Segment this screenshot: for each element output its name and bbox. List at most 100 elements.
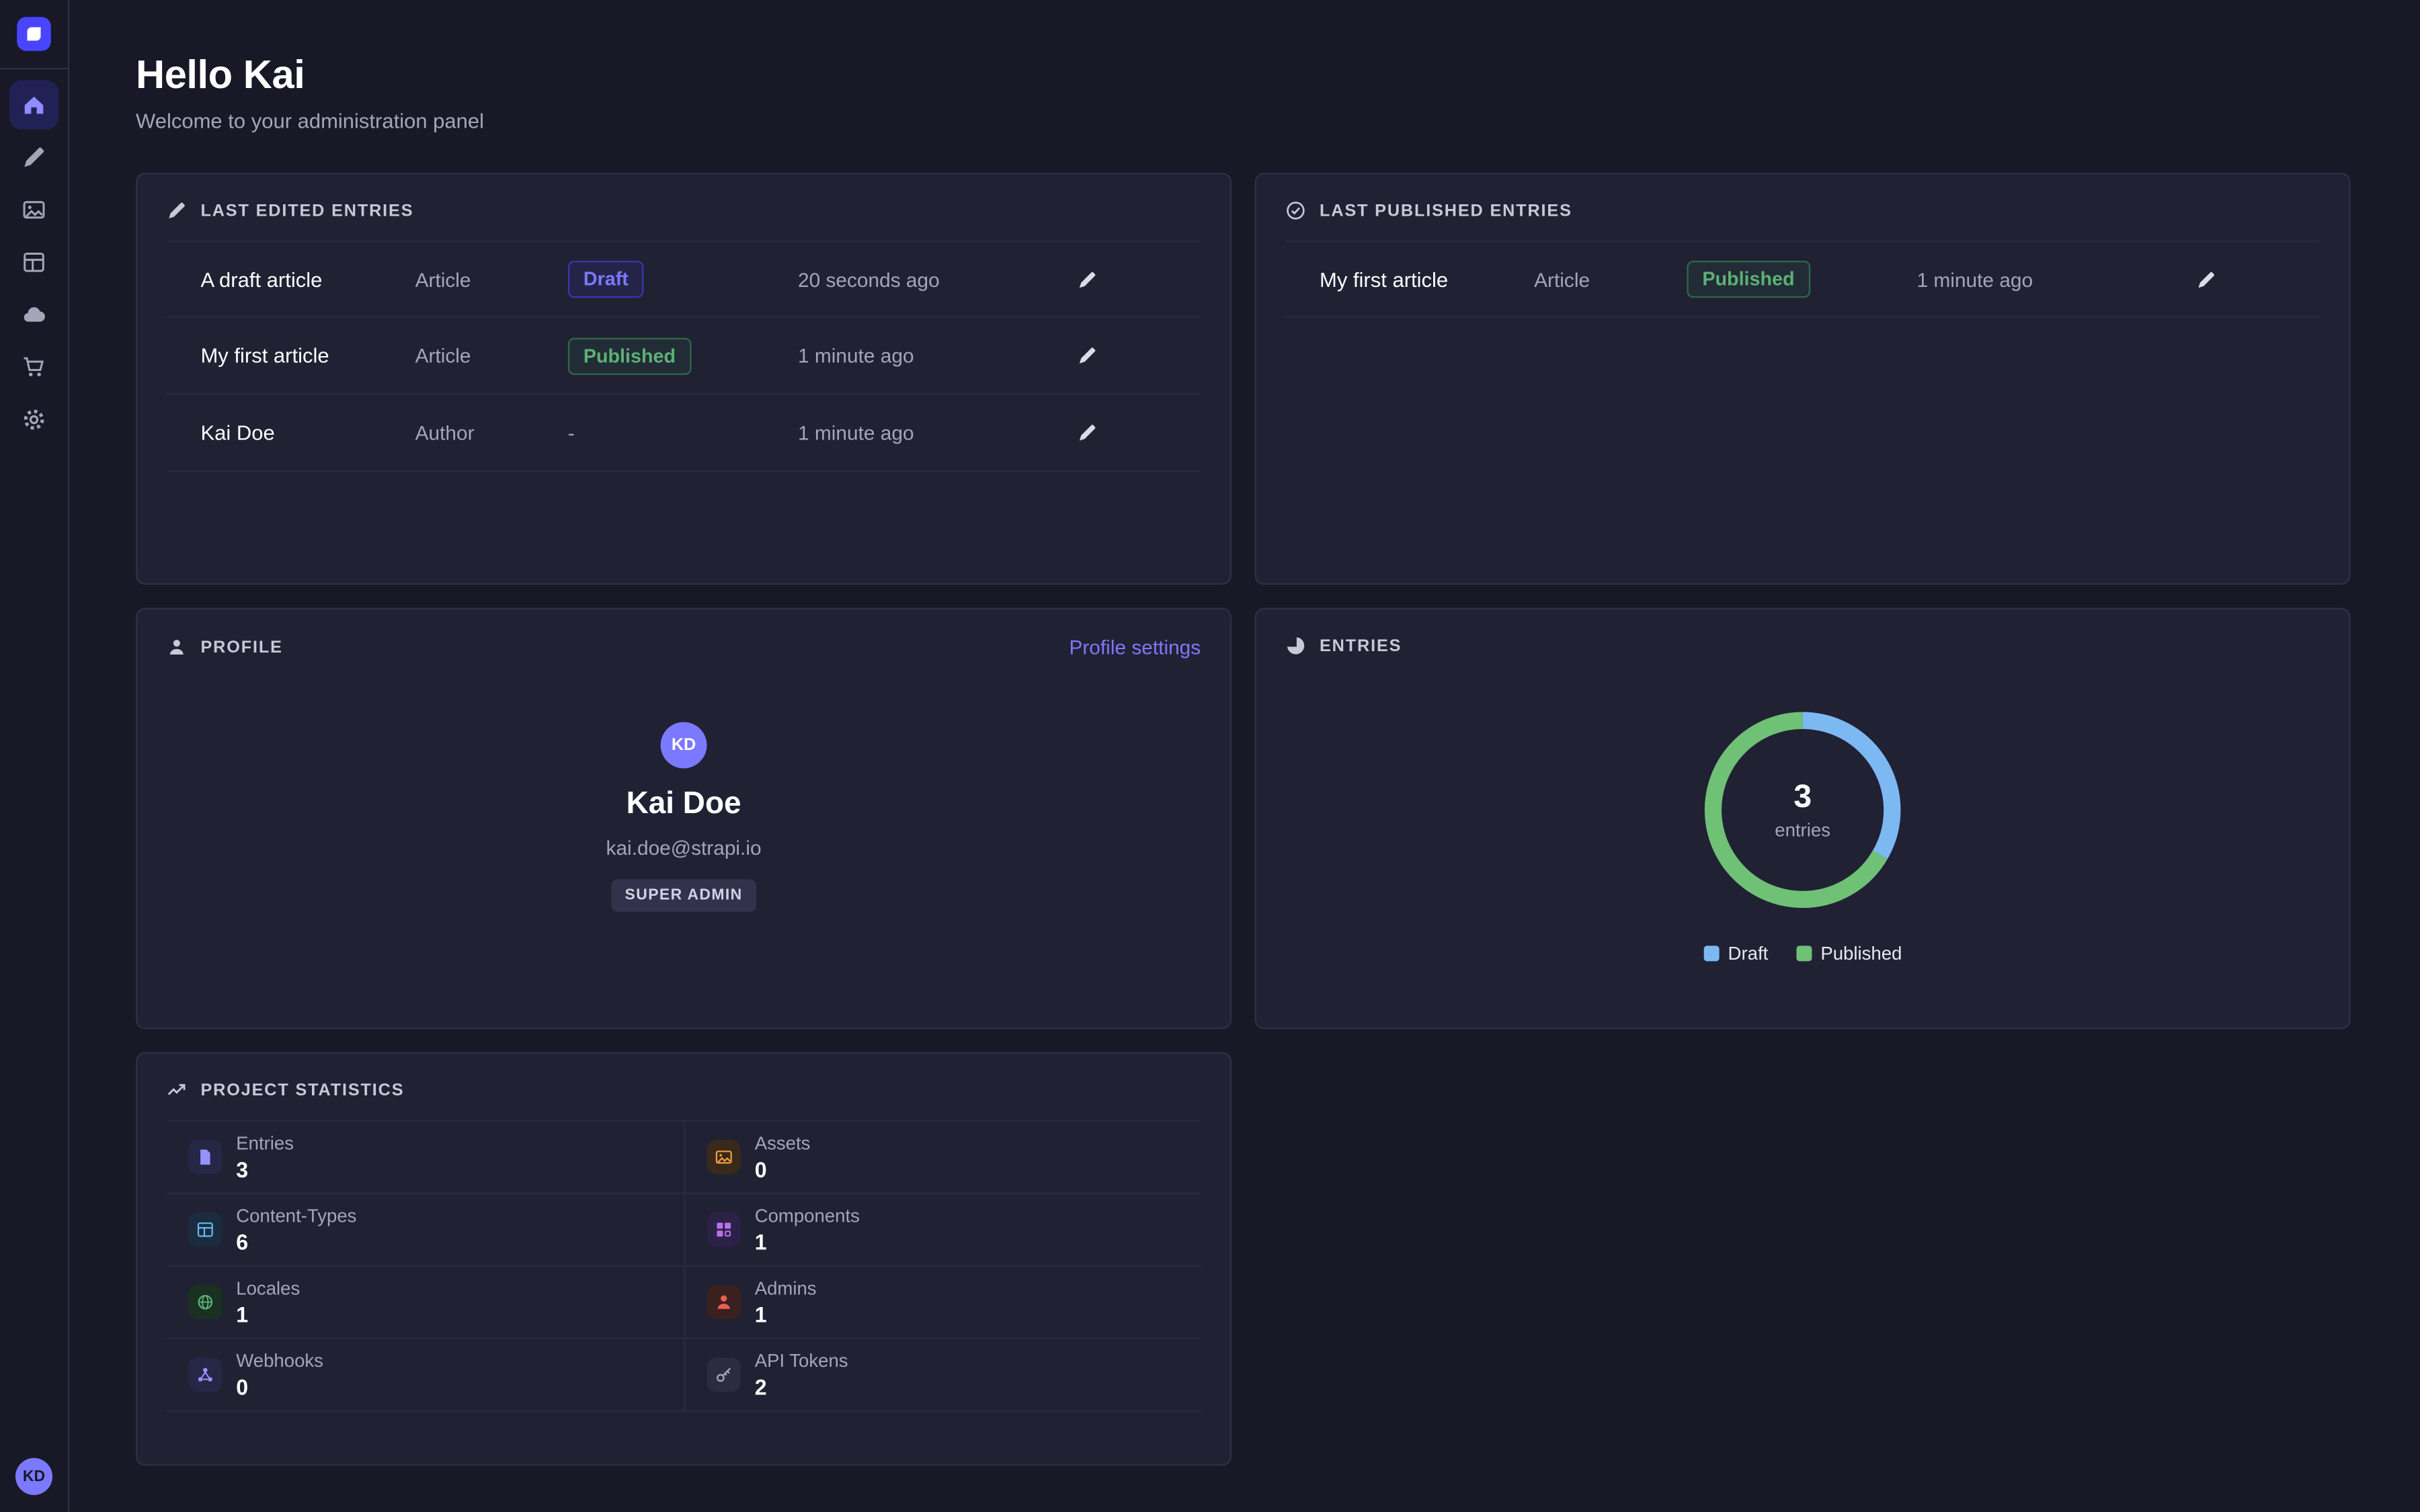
card-title: LAST PUBLISHED ENTRIES bbox=[1320, 202, 1572, 220]
profile-email: kai.doe@strapi.io bbox=[606, 836, 762, 859]
sidebar-item-content-type-builder[interactable] bbox=[9, 238, 58, 287]
sidebar-item-home[interactable] bbox=[9, 80, 58, 129]
card-header: LAST PUBLISHED ENTRIES bbox=[1285, 200, 2319, 220]
donut-svg bbox=[1695, 702, 1910, 918]
widgets-grid: LAST EDITED ENTRIES A draft article Arti… bbox=[136, 173, 2351, 1466]
stat-label: Webhooks bbox=[236, 1350, 323, 1372]
entry-type: Article bbox=[415, 267, 568, 290]
entry-type: Article bbox=[415, 344, 568, 367]
strapi-logo-icon bbox=[23, 23, 44, 44]
check-circle-icon bbox=[1285, 200, 1305, 220]
entry-name: My first article bbox=[1320, 267, 1534, 290]
globe-icon bbox=[188, 1285, 223, 1319]
gear-icon bbox=[22, 407, 46, 432]
key-icon bbox=[707, 1357, 741, 1392]
page-header: Hello Kai Welcome to your administration… bbox=[136, 51, 2351, 133]
entry-status-cell: Draft bbox=[568, 261, 798, 298]
sidebar-item-deploy[interactable] bbox=[9, 290, 58, 339]
entry-status-cell: - bbox=[568, 421, 798, 444]
stat-cell-api-tokens: API Tokens 2 bbox=[684, 1339, 1201, 1412]
legend-label: Draft bbox=[1728, 943, 1769, 964]
table-row: A draft article Article Draft 20 seconds… bbox=[167, 241, 1201, 318]
edit-entry-button[interactable] bbox=[1065, 334, 1108, 377]
document-icon bbox=[188, 1140, 223, 1175]
card-title: LAST EDITED ENTRIES bbox=[200, 202, 413, 220]
published-swatch bbox=[1796, 946, 1812, 961]
stat-cell-assets: Assets 0 bbox=[684, 1122, 1201, 1194]
entry-time: 20 seconds ago bbox=[798, 267, 1063, 290]
pencil-icon bbox=[2195, 269, 2216, 290]
pencil-icon bbox=[1076, 269, 1096, 290]
webhook-icon bbox=[188, 1357, 223, 1392]
entry-name: Kai Doe bbox=[200, 421, 415, 444]
stat-cell-locales: Locales 1 bbox=[167, 1267, 684, 1339]
entry-status-cell: Published bbox=[1687, 261, 1917, 298]
entries-donut-chart: 3 entries bbox=[1695, 702, 1910, 918]
chart-legend: Draft Published bbox=[1703, 943, 1902, 964]
cart-icon bbox=[22, 355, 46, 380]
table-row: My first article Article Published 1 min… bbox=[167, 318, 1201, 395]
sidebar-nav bbox=[9, 69, 58, 444]
person-icon bbox=[707, 1285, 741, 1319]
entry-name: A draft article bbox=[200, 267, 415, 290]
sidebar-item-content-manager[interactable] bbox=[9, 132, 58, 181]
last-edited-entries-card: LAST EDITED ENTRIES A draft article Arti… bbox=[136, 173, 1232, 585]
stat-value: 3 bbox=[236, 1157, 294, 1182]
profile-body: KD Kai Doe kai.doe@strapi.io SUPER ADMIN bbox=[167, 722, 1201, 911]
pencil-icon bbox=[1076, 345, 1096, 366]
card-header: PROJECT STATISTICS bbox=[167, 1080, 1201, 1100]
sidebar-item-settings[interactable] bbox=[9, 395, 58, 444]
role-badge: SUPER ADMIN bbox=[611, 880, 756, 912]
strapi-logo[interactable] bbox=[17, 17, 51, 51]
blocks-icon bbox=[707, 1213, 741, 1247]
last-published-entries-card: LAST PUBLISHED ENTRIES My first article … bbox=[1255, 173, 2351, 585]
card-header: LAST EDITED ENTRIES bbox=[167, 200, 1201, 220]
stat-value: 2 bbox=[755, 1375, 848, 1400]
entries-card: ENTRIES 3 entries bbox=[1255, 608, 2351, 1030]
stats-grid: Entries 3 Assets 0 Con bbox=[167, 1120, 1201, 1412]
stat-label: Content-Types bbox=[236, 1205, 356, 1226]
sidebar-item-media-library[interactable] bbox=[9, 185, 58, 235]
card-title: PROJECT STATISTICS bbox=[200, 1081, 404, 1099]
stat-value: 0 bbox=[755, 1157, 811, 1182]
pencil-icon bbox=[167, 200, 187, 220]
entry-type: Article bbox=[1534, 267, 1687, 290]
legend-item-draft: Draft bbox=[1703, 943, 1768, 964]
profile-settings-link[interactable]: Profile settings bbox=[1069, 636, 1201, 659]
table-row: Kai Doe Author - 1 minute ago bbox=[167, 395, 1201, 472]
card-title: ENTRIES bbox=[1320, 636, 1402, 655]
project-statistics-card: PROJECT STATISTICS Entries 3 Assets bbox=[136, 1052, 1232, 1466]
stat-label: Admins bbox=[755, 1277, 817, 1299]
edit-entry-button[interactable] bbox=[1065, 411, 1108, 454]
stat-label: Entries bbox=[236, 1132, 294, 1154]
card-header: ENTRIES bbox=[1285, 636, 2319, 656]
legend-item-published: Published bbox=[1796, 943, 1902, 964]
entry-time: 1 minute ago bbox=[798, 344, 1063, 367]
last-edited-table: A draft article Article Draft 20 seconds… bbox=[167, 241, 1201, 472]
entry-type: Author bbox=[415, 421, 568, 444]
stat-label: Components bbox=[755, 1205, 860, 1226]
sidebar-footer: KD bbox=[15, 1458, 52, 1512]
user-icon bbox=[167, 637, 187, 657]
cloud-icon bbox=[22, 302, 46, 327]
pencil-icon bbox=[22, 145, 46, 170]
home-icon bbox=[22, 93, 46, 118]
sidebar: KD bbox=[0, 0, 69, 1512]
edit-entry-button[interactable] bbox=[1065, 257, 1108, 300]
user-avatar[interactable]: KD bbox=[15, 1458, 52, 1495]
stat-label: Assets bbox=[755, 1132, 811, 1154]
page-subtitle: Welcome to your administration panel bbox=[136, 110, 2351, 132]
status-badge: Published bbox=[568, 337, 691, 374]
profile-card: PROFILE Profile settings KD Kai Doe kai.… bbox=[136, 608, 1232, 1030]
stat-cell-entries: Entries 3 bbox=[167, 1122, 684, 1194]
images-icon bbox=[22, 198, 46, 222]
trend-icon bbox=[167, 1080, 187, 1100]
entry-time: 1 minute ago bbox=[1917, 267, 2183, 290]
logo-section bbox=[0, 0, 68, 69]
edit-entry-button[interactable] bbox=[2184, 257, 2227, 300]
draft-swatch bbox=[1703, 946, 1719, 961]
entries-body: 3 entries Draft Published bbox=[1285, 656, 2319, 964]
sidebar-item-marketplace[interactable] bbox=[9, 343, 58, 392]
pencil-icon bbox=[1076, 423, 1096, 443]
app-root: KD Hello Kai Welcome to your administrat… bbox=[0, 0, 2420, 1512]
